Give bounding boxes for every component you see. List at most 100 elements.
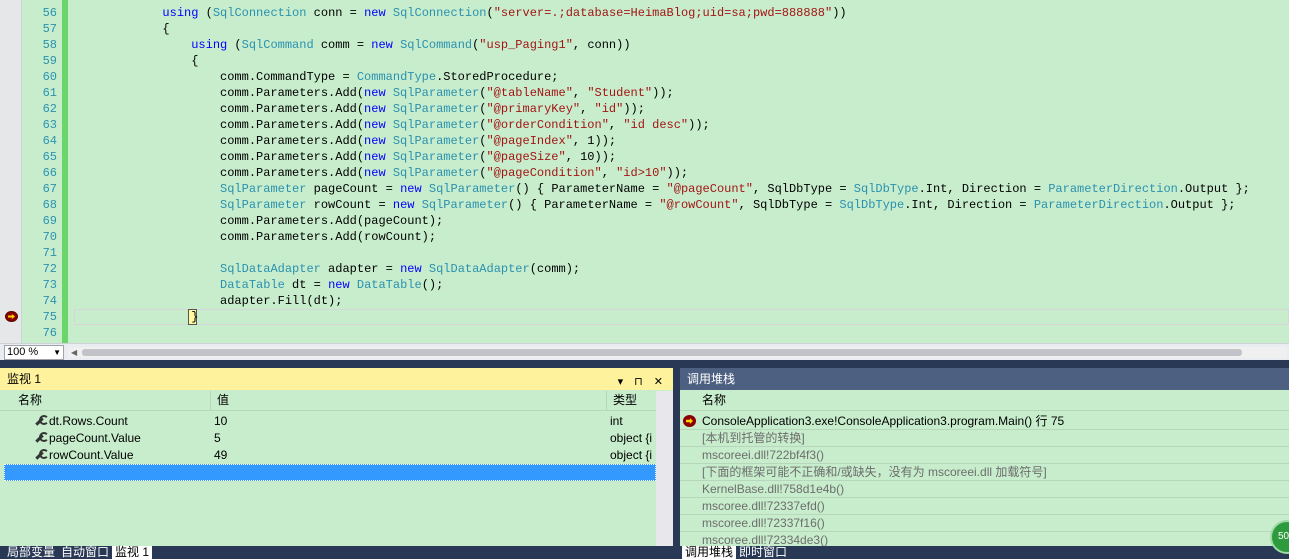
callstack-frame[interactable]: ConsoleApplication3.exe!ConsoleApplicati…	[680, 413, 1289, 430]
line-numbers: 56 57 58 59 60 61 62 63 64 65 66 67 68 69 70 71 72 73 74 75…	[22, 0, 62, 343]
code-token: "@rowCount"	[659, 198, 739, 212]
frame-text: mscoree.dll!72337efd()	[702, 499, 825, 513]
callstack-frame[interactable]: [下面的框架可能不正确和/或缺失，没有为 mscoreei.dll 加载符号]	[680, 464, 1289, 481]
code-line[interactable]: comm.Parameters.Add(new SqlParameter("@o…	[76, 117, 710, 133]
code-token: rowCount =	[306, 198, 393, 212]
code-token: SqlParameter	[421, 198, 509, 212]
code-token: using	[162, 6, 199, 20]
code-line[interactable]: comm.Parameters.Add(new SqlParameter("@p…	[76, 149, 616, 165]
code-line[interactable]: comm.Parameters.Add(new SqlParameter("@p…	[76, 101, 645, 117]
watch-new-entry-row[interactable]	[4, 464, 656, 481]
code-token: SqlDataAdapter	[220, 262, 321, 276]
code-token: "@primaryKey"	[486, 102, 581, 116]
code-token: "@pageCount"	[666, 182, 753, 196]
watch-type: object {i	[610, 431, 653, 445]
watch-value[interactable]: 10	[210, 413, 227, 430]
vertical-scrollbar[interactable]	[656, 391, 673, 546]
code-token: SqlParameter	[392, 102, 480, 116]
code-token: new	[364, 134, 386, 148]
code-token: "id"	[594, 102, 624, 116]
code-line[interactable]: comm.Parameters.Add(new SqlParameter("@t…	[76, 85, 674, 101]
code-token: .Int, Direction =	[904, 198, 1034, 212]
code-line[interactable]: SqlParameter rowCount = new SqlParameter…	[76, 197, 1235, 213]
chevron-down-icon: ▼	[53, 348, 61, 357]
callstack-panel-title[interactable]: 调用堆栈	[680, 368, 1289, 390]
watch-row[interactable]: rowCount.Value 49 object {i	[4, 447, 656, 464]
code-token: ,	[601, 166, 617, 180]
editor-bottom-bar: 100 % ▼ ◀	[0, 343, 1289, 360]
callstack-frame[interactable]: [本机到托管的转换]	[680, 430, 1289, 447]
code-token: ,	[580, 102, 595, 116]
code-token: ));	[623, 102, 645, 116]
code-line[interactable]: using (SqlCommand comm = new SqlCommand(…	[76, 37, 630, 53]
code-line[interactable]: adapter.Fill(dt);	[76, 293, 342, 309]
code-line[interactable]: comm.Parameters.Add(new SqlParameter("@p…	[76, 165, 688, 181]
code-line[interactable]: SqlDataAdapter adapter = new SqlDataAdap…	[76, 261, 580, 277]
code-token: new	[364, 118, 386, 132]
code-token: SqlDataAdapter	[428, 262, 530, 276]
callstack-frame[interactable]: mscoree.dll!72334de3()	[680, 532, 1289, 546]
frame-text: mscoree.dll!72337f16()	[702, 516, 825, 530]
watch-type: int	[610, 414, 623, 428]
column-value-header[interactable]: 值	[210, 391, 606, 411]
code-token: comm.Parameters.Add(pageCount);	[76, 214, 444, 228]
code-line[interactable]: comm.Parameters.Add(rowCount);	[76, 229, 436, 245]
column-type-header[interactable]: 类型	[606, 391, 656, 411]
tab-0[interactable]: 调用堆栈	[682, 546, 737, 559]
callstack-frame[interactable]: KernelBase.dll!758d1e4b()	[680, 481, 1289, 498]
tab-1[interactable]: 自动窗口	[58, 546, 112, 559]
code-line[interactable]: }	[76, 309, 198, 325]
callstack-frame[interactable]: mscoreei.dll!722bf4f3()	[680, 447, 1289, 464]
code-line[interactable]: {	[76, 21, 169, 37]
code-line[interactable]: using (SqlConnection conn = new SqlConne…	[76, 5, 846, 21]
scroll-left-icon[interactable]: ◀	[71, 348, 77, 357]
column-name-header[interactable]: 名称	[696, 391, 1289, 411]
panel-tools-icons[interactable]: ▾ ⊓ ✕	[618, 371, 667, 393]
code-token: comm.Parameters.Add(	[76, 86, 365, 100]
watch-name-cell: dt.Rows.Count	[30, 413, 128, 430]
code-token: comm.Parameters.Add(	[76, 134, 365, 148]
callstack-frame[interactable]: mscoree.dll!72337f16()	[680, 515, 1289, 532]
tab-1[interactable]: 即时窗口	[736, 546, 790, 559]
code-line[interactable]: DataTable dt = new DataTable();	[76, 277, 443, 293]
code-editor[interactable]: 56 57 58 59 60 61 62 63 64 65 66 67 68 69 70 71 72 73 74 75…	[0, 0, 1289, 343]
code-line[interactable]: {	[76, 53, 198, 69]
horizontal-scrollbar[interactable]: ◀	[68, 347, 1287, 358]
bottom-tabs-left: 局部变量 自动窗口 监视 1	[4, 546, 153, 559]
code-token: ));	[652, 86, 674, 100]
current-statement-icon	[5, 311, 18, 322]
tab-0[interactable]: 局部变量	[4, 546, 58, 559]
code-line[interactable]: SqlParameter pageCount = new SqlParamete…	[76, 181, 1250, 197]
line-number: 57	[42, 22, 57, 36]
code-token: , 1));	[572, 134, 617, 148]
watch-value[interactable]: 5	[210, 430, 221, 447]
breakpoint-gutter[interactable]	[0, 0, 22, 343]
watch-name-cell: rowCount.Value	[30, 447, 134, 464]
column-name-header[interactable]: 名称	[10, 391, 210, 411]
code-token: (	[486, 6, 494, 20]
watch-value[interactable]: 49	[210, 447, 227, 464]
code-token: .Output };	[1163, 198, 1236, 212]
code-line[interactable]: comm.CommandType = CommandType.StoredPro…	[76, 69, 558, 85]
line-number: 68	[42, 198, 57, 212]
code-token: SqlConnection	[392, 6, 487, 20]
splitter[interactable]	[0, 360, 1289, 368]
code-token: SqlParameter	[392, 118, 480, 132]
tab-2[interactable]: 监视 1	[112, 546, 153, 559]
line-number: 63	[42, 118, 57, 132]
line-number: 58	[42, 38, 57, 52]
watch-panel-title[interactable]: 监视 1 ▾ ⊓ ✕	[0, 368, 673, 390]
watch-row[interactable]: dt.Rows.Count 10 int	[4, 413, 656, 430]
line-number: 74	[42, 294, 57, 308]
code-line[interactable]: comm.Parameters.Add(new SqlParameter("@p…	[76, 133, 616, 149]
watch-row[interactable]: pageCount.Value 5 object {i	[4, 430, 656, 447]
code-token: comm.CommandType =	[76, 70, 357, 84]
callstack-frame[interactable]: mscoree.dll!72337efd()	[680, 498, 1289, 515]
zoom-select[interactable]: 100 % ▼	[4, 345, 64, 360]
code-line[interactable]: comm.Parameters.Add(pageCount);	[76, 213, 443, 229]
scrollbar-thumb[interactable]	[82, 349, 1242, 356]
line-number: 62	[42, 102, 57, 116]
